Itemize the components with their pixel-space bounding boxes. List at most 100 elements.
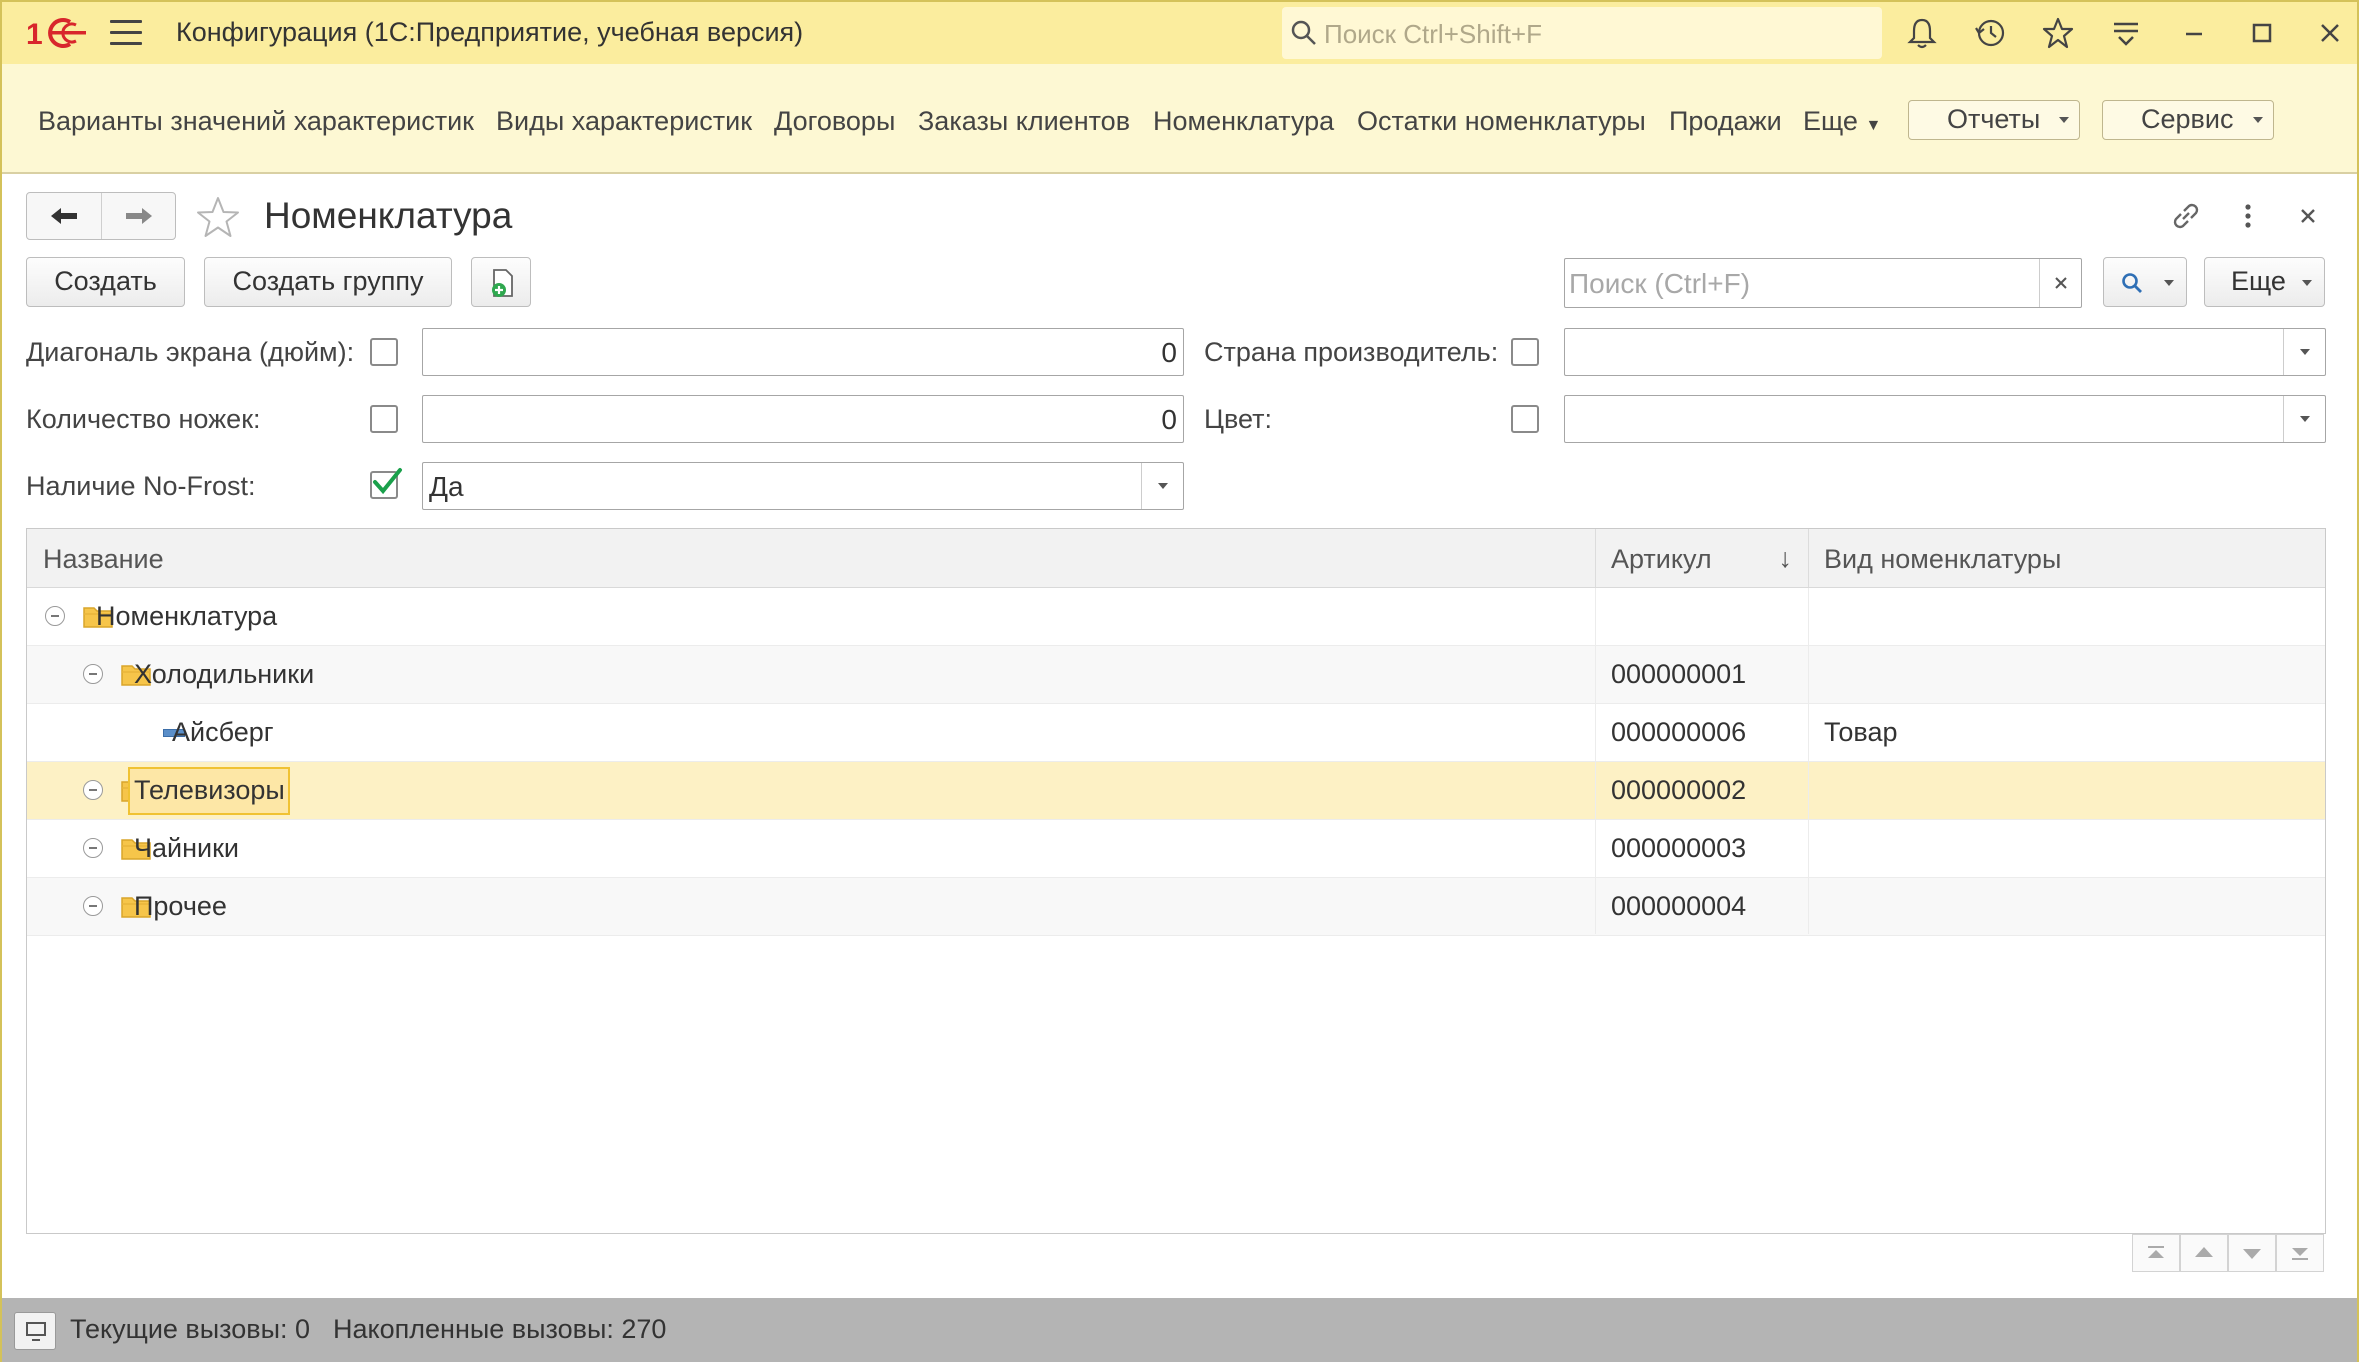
diagonal-field[interactable]: 0 [422,328,1184,376]
scroll-up-button[interactable] [2180,1234,2228,1272]
close-form-icon[interactable] [2290,198,2326,234]
document-add-icon [492,269,513,297]
forward-button[interactable] [101,193,175,239]
collapse-node-icon[interactable] [45,606,65,626]
section-link-customer-orders[interactable]: Заказы клиентов [918,106,1130,137]
table-row[interactable]: Телевизоры 000000002 [27,762,2325,820]
country-select[interactable] [1564,328,2326,376]
status-bar: Текущие вызовы: 0 Накопленные вызовы: 27… [2,1298,2357,1362]
scroll-to-top-button[interactable] [2132,1234,2180,1272]
favorites-star-icon[interactable] [2041,16,2075,50]
dropdown-arrow-icon [2300,416,2310,422]
row-article: 000000003 [1611,833,1747,863]
monitor-icon [26,1322,46,1341]
country-label: Страна производитель: [1204,337,1499,367]
row-name: Номенклатура [96,601,278,631]
scroll-down-button[interactable] [2228,1234,2276,1272]
history-icon[interactable] [1973,16,2007,50]
search-icon [1291,20,1316,45]
table-header: Название Артикул ↓ Вид номенклатуры [27,529,2325,588]
nofrost-checkbox[interactable] [370,468,402,499]
legs-checkbox[interactable] [370,405,398,433]
performance-button[interactable] [14,1312,56,1350]
column-header-kind[interactable]: Вид номенклатуры [1808,529,2325,587]
row-kind: Товар [1824,717,1898,747]
link-icon[interactable] [2168,198,2204,234]
section-link-nomenclature[interactable]: Номенклатура [1153,106,1334,137]
app-title: Конфигурация (1С:Предприятие, учебная ве… [176,17,804,47]
section-link-contracts[interactable]: Договоры [774,106,895,137]
create-group-button[interactable]: Создать группу [204,257,452,307]
accumulated-calls-text: Накопленные вызовы: 270 [333,1314,667,1344]
diagonal-checkbox[interactable] [370,338,398,366]
dropdown-arrow-icon [2253,117,2263,123]
nofrost-value: Да [429,471,464,502]
bell-icon[interactable] [1905,16,1939,50]
search-options-button[interactable] [2103,257,2187,307]
global-search-input[interactable]: Поиск Ctrl+Shift+F [1282,7,1882,59]
row-name: Чайники [134,833,239,863]
dropdown-arrow-icon [1158,483,1168,489]
column-header-name[interactable]: Название [27,529,1595,587]
section-link-stock-balances[interactable]: Остатки номенклатуры [1357,106,1646,137]
service-menu-button[interactable]: Сервис [2102,100,2274,140]
collapse-node-icon[interactable] [83,664,103,684]
minimize-icon[interactable] [2177,16,2211,50]
reports-menu-button[interactable]: Отчеты [1908,100,2080,140]
collapse-node-icon[interactable] [83,780,103,800]
legs-value: 0 [1161,404,1177,435]
service-label: Сервис [2141,104,2234,134]
row-article: 000000006 [1611,717,1747,747]
table-row[interactable]: Айсберг 000000006 Товар [27,704,2325,762]
color-select[interactable] [1564,395,2326,443]
scroll-to-bottom-button[interactable] [2276,1234,2324,1272]
table-row[interactable]: Чайники 000000003 [27,820,2325,878]
more-label: Еще [2231,266,2286,296]
column-divider [1808,588,1809,934]
section-more-menu[interactable]: Еще ▼ [1803,106,1881,137]
table-row[interactable]: Прочее 000000004 [27,878,2325,936]
country-checkbox[interactable] [1511,338,1539,366]
add-to-favorites-star-icon[interactable] [194,194,242,242]
collapse-node-icon[interactable] [83,896,103,916]
table-row[interactable]: Номенклатура [27,588,2325,646]
row-name: Телевизоры [134,775,285,805]
copy-item-button[interactable] [471,257,531,307]
nomenclature-table: Название Артикул ↓ Вид номенклатуры Номен… [26,528,2326,1234]
back-button[interactable] [27,193,101,239]
create-button[interactable]: Создать [26,257,185,307]
column-header-article-label: Артикул [1611,544,1712,574]
color-dropdown-button[interactable] [2283,396,2325,442]
main-menu-icon[interactable] [110,20,142,46]
country-dropdown-button[interactable] [2283,329,2325,375]
page-down-icon [2243,1249,2261,1259]
panel-settings-icon[interactable] [2109,16,2143,50]
more-actions-icon[interactable] [2230,198,2266,234]
dropdown-arrow-icon [2302,280,2312,286]
nofrost-select[interactable]: Да [422,462,1184,510]
nofrost-dropdown-button[interactable] [1141,463,1183,509]
search-icon [2122,273,2142,293]
maximize-icon[interactable] [2245,16,2279,50]
close-window-icon[interactable] [2313,16,2347,50]
1c-logo-icon[interactable]: 1 [26,16,88,50]
list-search-input[interactable]: Поиск (Ctrl+F) [1564,258,2082,308]
table-row[interactable]: Холодильники 000000001 [27,646,2325,704]
column-header-article[interactable]: Артикул ↓ [1595,529,1808,587]
row-article: 000000002 [1611,775,1747,805]
collapse-node-icon[interactable] [83,838,103,858]
clear-search-button[interactable] [2039,259,2081,307]
svg-text:1: 1 [26,18,43,50]
app-window: { "app": { "title": "Конфигурация (1С:Пр… [0,0,2359,1362]
form-title: Номенклатура [264,195,513,236]
last-page-icon [2292,1248,2308,1260]
section-link-sales[interactable]: Продажи [1669,106,1782,137]
section-link-characteristic-types[interactable]: Виды характеристик [496,106,752,137]
row-name: Айсберг [172,717,274,747]
section-link-characteristic-values[interactable]: Варианты значений характеристик [38,106,474,137]
more-button[interactable]: Еще [2204,257,2325,307]
legs-field[interactable]: 0 [422,395,1184,443]
page-up-icon [2195,1247,2213,1257]
global-search-placeholder: Поиск Ctrl+Shift+F [1324,19,1542,49]
color-checkbox[interactable] [1511,405,1539,433]
